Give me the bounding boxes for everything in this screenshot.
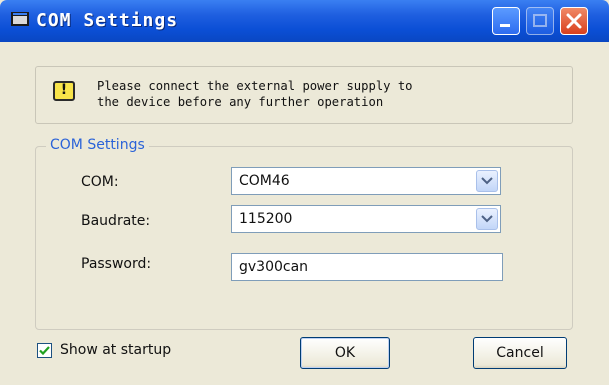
warning-icon: ! bbox=[53, 81, 75, 101]
show-at-startup-label[interactable]: Show at startup bbox=[60, 342, 171, 358]
com-label: COM: bbox=[81, 174, 119, 190]
warning-panel: ! Please connect the external power supp… bbox=[35, 66, 573, 124]
com-settings-window: COM Settings ! Please connect the extern… bbox=[0, 0, 609, 385]
app-window-icon bbox=[11, 12, 29, 26]
window-title: COM Settings bbox=[36, 10, 179, 31]
close-button[interactable] bbox=[560, 7, 588, 35]
warning-message: Please connect the external power supply… bbox=[97, 79, 413, 109]
com-settings-group: COM Settings COM: COM46 Baudrate: 115200… bbox=[35, 137, 573, 330]
baudrate-label: Baudrate: bbox=[81, 213, 151, 229]
com-value: COM46 bbox=[239, 173, 290, 189]
checkmark-icon bbox=[39, 346, 50, 356]
password-value: gv300can bbox=[239, 259, 309, 275]
baudrate-value: 115200 bbox=[239, 211, 293, 227]
com-select[interactable]: COM46 bbox=[231, 167, 501, 195]
show-at-startup-checkbox[interactable] bbox=[37, 343, 52, 358]
com-dropdown-button[interactable] bbox=[476, 170, 498, 192]
group-legend: COM Settings bbox=[46, 137, 149, 153]
cancel-button[interactable]: Cancel bbox=[473, 337, 567, 369]
password-input[interactable]: gv300can bbox=[231, 253, 503, 281]
ok-button[interactable]: OK bbox=[300, 337, 390, 369]
baudrate-dropdown-button[interactable] bbox=[476, 208, 498, 230]
maximize-icon bbox=[533, 14, 547, 27]
minimize-icon bbox=[500, 24, 510, 27]
cancel-button-label: Cancel bbox=[496, 345, 544, 361]
ok-button-label: OK bbox=[334, 345, 356, 361]
minimize-button[interactable] bbox=[492, 7, 520, 35]
chevron-down-icon bbox=[481, 177, 493, 185]
chevron-down-icon bbox=[481, 215, 493, 223]
baudrate-select[interactable]: 115200 bbox=[231, 205, 501, 233]
close-icon bbox=[566, 13, 582, 29]
title-bar[interactable]: COM Settings bbox=[0, 0, 609, 42]
maximize-button[interactable] bbox=[526, 7, 554, 35]
password-label: Password: bbox=[81, 256, 152, 272]
